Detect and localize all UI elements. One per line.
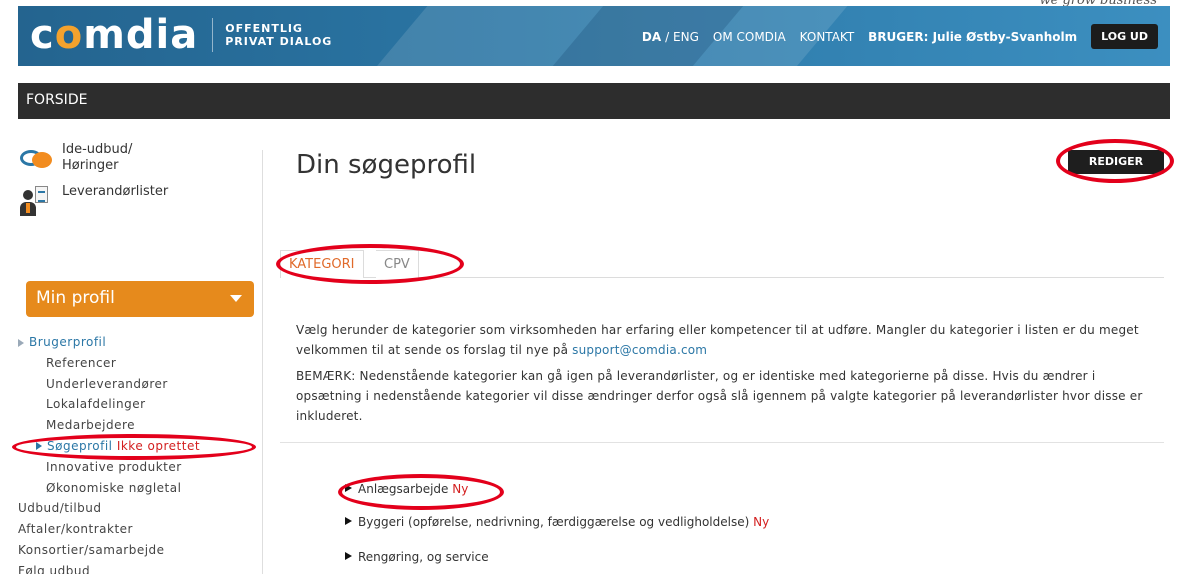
- new-badge: Ny: [452, 482, 469, 496]
- tab-kategori[interactable]: KATEGORI: [280, 250, 364, 278]
- min-profil-label: Min profil: [36, 288, 115, 308]
- logo-wordmark: comdia: [30, 12, 199, 58]
- person-document-icon: [18, 182, 52, 216]
- arrow-right-icon: [18, 338, 24, 347]
- category-item[interactable]: Anlægsarbejde Ny: [345, 482, 468, 496]
- lang-eng-link[interactable]: / ENG: [665, 30, 699, 44]
- top-nav: DA / ENG OM COMDIA KONTAKT BRUGER: Julie…: [628, 24, 1158, 49]
- menu-item-sogeprofil[interactable]: Søgeprofil Ikke oprettet: [18, 436, 258, 457]
- comdia-logo[interactable]: comdia OFFENTLIG PRIVAT DIALOG: [30, 12, 333, 58]
- new-badge: Ny: [753, 515, 770, 529]
- site-header: comdia OFFENTLIG PRIVAT DIALOG DA / ENG …: [18, 6, 1170, 66]
- menu-item-udbud-tilbud[interactable]: Udbud/tilbud: [18, 498, 258, 519]
- status-badge: Ikke oprettet: [116, 438, 201, 453]
- tab-bar: KATEGORI CPV: [280, 250, 1164, 278]
- lang-da-link[interactable]: DA: [642, 30, 661, 44]
- kontakt-link[interactable]: KONTAKT: [800, 30, 855, 44]
- menu-item-lokalafdelinger[interactable]: Lokalafdelinger: [18, 394, 258, 415]
- breadcrumb: FORSIDE: [18, 83, 1170, 119]
- profile-menu: Brugerprofil Referencer Underleverandøre…: [18, 332, 258, 574]
- menu-item-underleverandorer[interactable]: Underleverandører: [18, 374, 258, 395]
- sidebar-link-label: Ide-udbud/ Høringer: [62, 142, 133, 173]
- om-comdia-link[interactable]: OM COMDIA: [713, 30, 786, 44]
- sidebar: Ide-udbud/ Høringer Leverandørlister Min…: [18, 140, 258, 574]
- menu-item-aftaler-kontrakter[interactable]: Aftaler/kontrakter: [18, 519, 258, 540]
- menu-item-referencer[interactable]: Referencer: [18, 353, 258, 374]
- intro-paragraph-1: Vælg herunder de kategorier som virksomh…: [296, 323, 1139, 357]
- sidebar-link-leverandorlister[interactable]: Leverandørlister: [18, 182, 258, 216]
- breadcrumb-forside[interactable]: FORSIDE: [26, 92, 87, 108]
- intro-paragraph-2: BEMÆRK: Nedenstående kategorier kan gå i…: [296, 369, 1143, 423]
- sidebar-divider: [262, 150, 263, 574]
- expand-triangle-icon: [345, 517, 352, 525]
- logo-sub-line-2: PRIVAT DIALOG: [225, 35, 333, 48]
- rediger-button[interactable]: REDIGER: [1068, 150, 1164, 174]
- category-item[interactable]: Rengøring, og service: [345, 550, 489, 564]
- content-divider: [280, 442, 1164, 443]
- intro-text: Vælg herunder de kategorier som virksomh…: [296, 320, 1156, 432]
- logo-sub-line-1: OFFENTLIG: [225, 22, 303, 35]
- sidebar-link-label: Leverandørlister: [62, 184, 169, 199]
- menu-item-medarbejdere[interactable]: Medarbejdere: [18, 415, 258, 436]
- page-title: Din søgeprofil: [296, 150, 477, 180]
- menu-item-folg-udbud[interactable]: Følg udbud: [18, 561, 258, 574]
- menu-item-konsortier[interactable]: Konsortier/samarbejde: [18, 540, 258, 561]
- menu-item-brugerprofil[interactable]: Brugerprofil: [18, 332, 258, 353]
- sidebar-link-ide-udbud[interactable]: Ide-udbud/ Høringer: [18, 140, 258, 174]
- chevron-down-icon: [230, 295, 242, 302]
- support-email-link[interactable]: support@comdia.com: [572, 343, 707, 357]
- tab-cpv[interactable]: CPV: [376, 250, 419, 278]
- user-label: BRUGER: Julie Østby-Svanholm: [868, 29, 1078, 44]
- menu-item-innovative-produkter[interactable]: Innovative produkter: [18, 457, 258, 478]
- arrow-right-icon: [36, 442, 42, 451]
- expand-triangle-icon: [345, 552, 352, 560]
- speech-bubble-icon: [18, 140, 52, 174]
- expand-triangle-icon: [345, 484, 352, 492]
- logout-button[interactable]: LOG UD: [1091, 24, 1158, 49]
- min-profil-dropdown[interactable]: Min profil: [26, 281, 254, 317]
- category-item[interactable]: Byggeri (opførelse, nedrivning, færdiggæ…: [345, 515, 769, 529]
- menu-item-okonomiske-nogletal[interactable]: Økonomiske nøgletal: [18, 478, 258, 499]
